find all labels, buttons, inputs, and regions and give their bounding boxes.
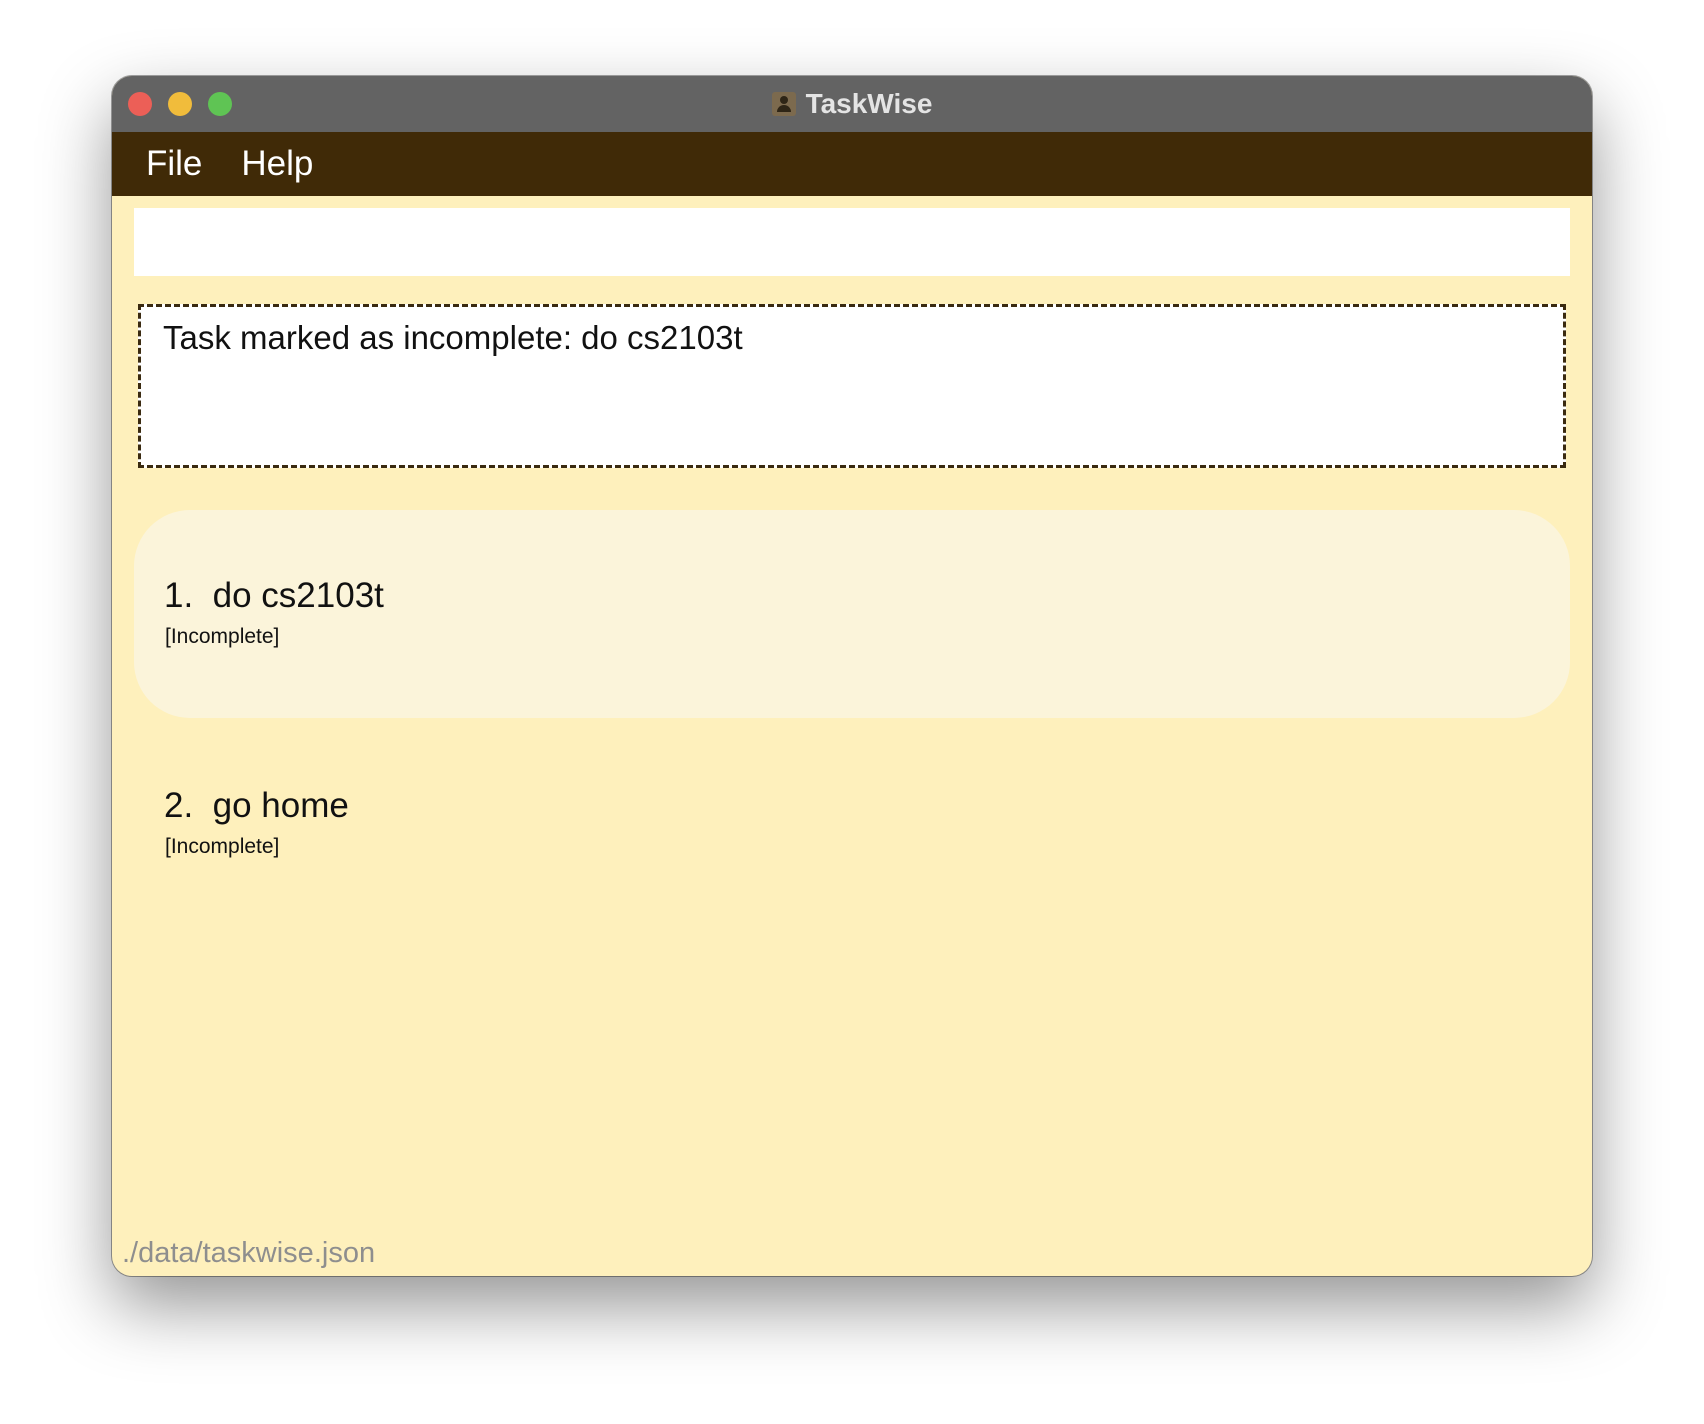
status-bar-file-path: ./data/taskwise.json <box>122 1237 376 1269</box>
task-index: 1. <box>164 576 194 615</box>
title-bar[interactable]: TaskWise <box>112 76 1592 133</box>
menu-bar: File Help <box>112 132 1592 196</box>
window-title: TaskWise <box>805 88 933 119</box>
menu-help[interactable]: Help <box>241 144 313 184</box>
task-list-item[interactable]: 2. go home [Incomplete] <box>134 720 1570 928</box>
task-name: go home <box>212 786 349 825</box>
app-window: TaskWise File Help Task marked as incomp… <box>112 76 1592 1276</box>
task-list-item[interactable]: 1. do cs2103t [Incomplete] <box>134 510 1570 718</box>
task-index: 2. <box>164 786 194 825</box>
task-title: 2. go home <box>164 786 349 826</box>
task-name: do cs2103t <box>212 576 384 615</box>
result-display: Task marked as incomplete: do cs2103t <box>138 304 1566 468</box>
command-input[interactable] <box>134 208 1570 276</box>
menu-file[interactable]: File <box>146 144 202 184</box>
app-person-icon <box>771 92 796 116</box>
result-message: Task marked as incomplete: do cs2103t <box>163 319 743 356</box>
window-title-group: TaskWise <box>112 76 1592 132</box>
task-title: 1. do cs2103t <box>164 576 384 616</box>
task-status: [Incomplete] <box>165 625 280 648</box>
task-status: [Incomplete] <box>165 835 280 858</box>
